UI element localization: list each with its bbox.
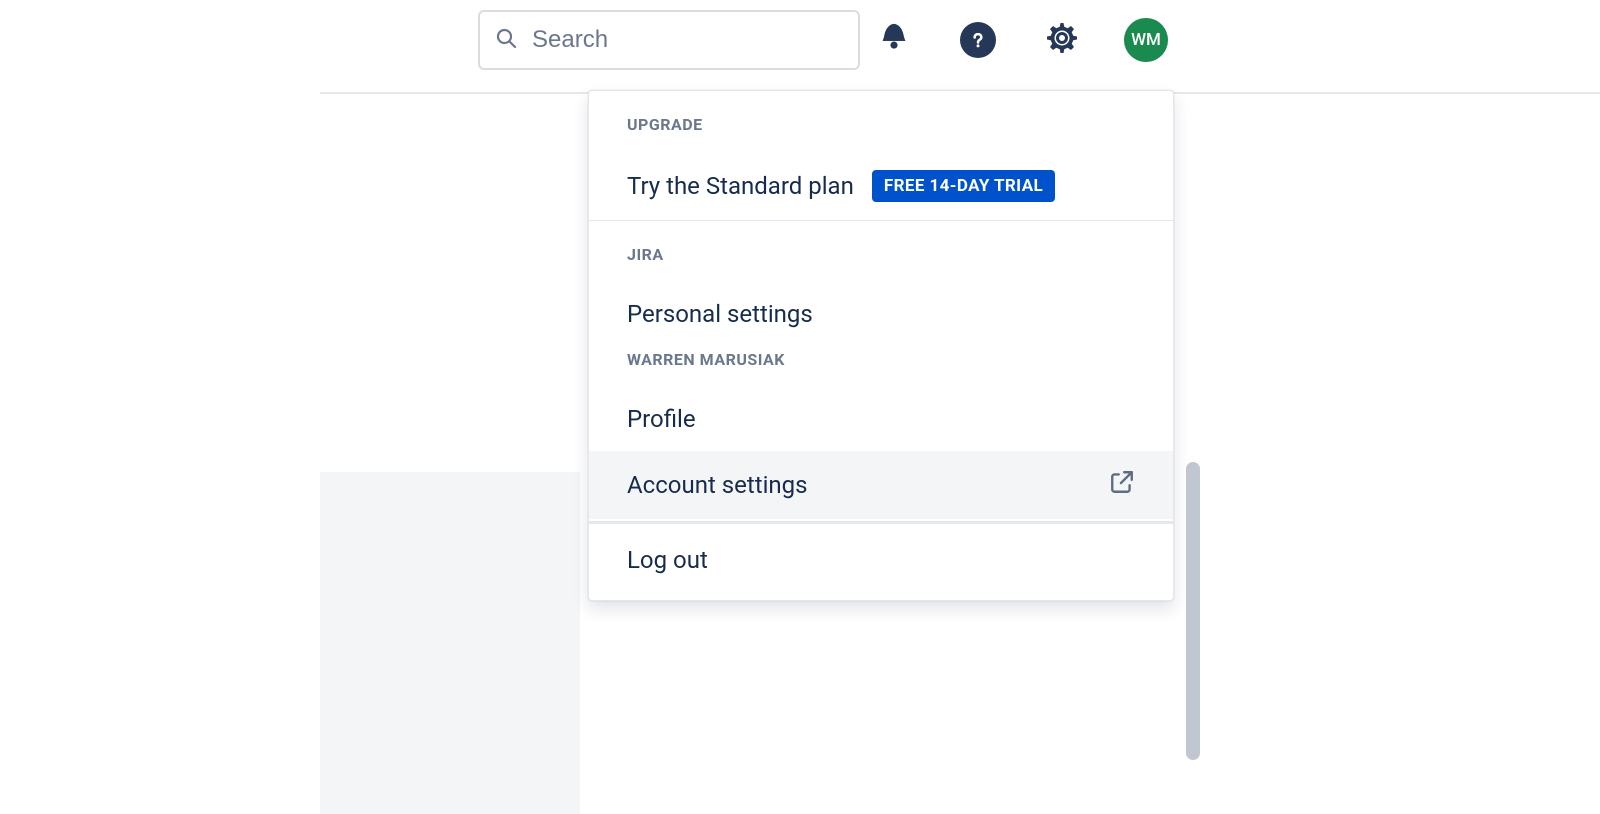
section-header-upgrade: UPGRADE <box>589 115 1173 152</box>
gear-icon <box>1044 20 1080 60</box>
scrollbar[interactable] <box>1186 462 1200 760</box>
top-bar: WM <box>0 0 1600 92</box>
section-header-user: WARREN MARUSIAK <box>589 350 1173 387</box>
menu-item-account-settings[interactable]: Account settings <box>589 451 1173 519</box>
header-icons: WM <box>872 18 1168 62</box>
dropdown-section-upgrade: UPGRADE Try the Standard plan FREE 14-DA… <box>589 91 1173 220</box>
user-dropdown: UPGRADE Try the Standard plan FREE 14-DA… <box>588 90 1174 601</box>
avatar-initials: WM <box>1131 30 1161 50</box>
external-link-icon <box>1109 469 1135 501</box>
settings-button[interactable] <box>1040 18 1084 62</box>
search-box[interactable] <box>478 10 860 70</box>
menu-item-logout[interactable]: Log out <box>589 524 1173 600</box>
notifications-button[interactable] <box>872 18 916 62</box>
menu-item-label: Log out <box>627 546 708 574</box>
dropdown-section-jira: JIRA Personal settings <box>589 221 1173 346</box>
menu-item-label: Account settings <box>627 471 808 499</box>
search-input[interactable] <box>532 26 844 54</box>
bell-icon <box>877 21 911 59</box>
menu-item-upgrade[interactable]: Try the Standard plan FREE 14-DAY TRIAL <box>589 152 1173 220</box>
menu-item-label: Try the Standard plan <box>627 172 854 200</box>
menu-item-label: Profile <box>627 405 696 433</box>
menu-item-label: Personal settings <box>627 300 813 328</box>
menu-item-personal-settings[interactable]: Personal settings <box>589 282 1173 346</box>
content-panel <box>320 472 580 814</box>
search-icon <box>494 26 518 54</box>
avatar[interactable]: WM <box>1124 18 1168 62</box>
dropdown-section-user: WARREN MARUSIAK Profile Account settings <box>589 346 1173 519</box>
menu-item-profile[interactable]: Profile <box>589 387 1173 451</box>
help-icon <box>960 22 996 58</box>
section-header-jira: JIRA <box>589 245 1173 282</box>
help-button[interactable] <box>956 18 1000 62</box>
trial-badge: FREE 14-DAY TRIAL <box>872 170 1055 202</box>
